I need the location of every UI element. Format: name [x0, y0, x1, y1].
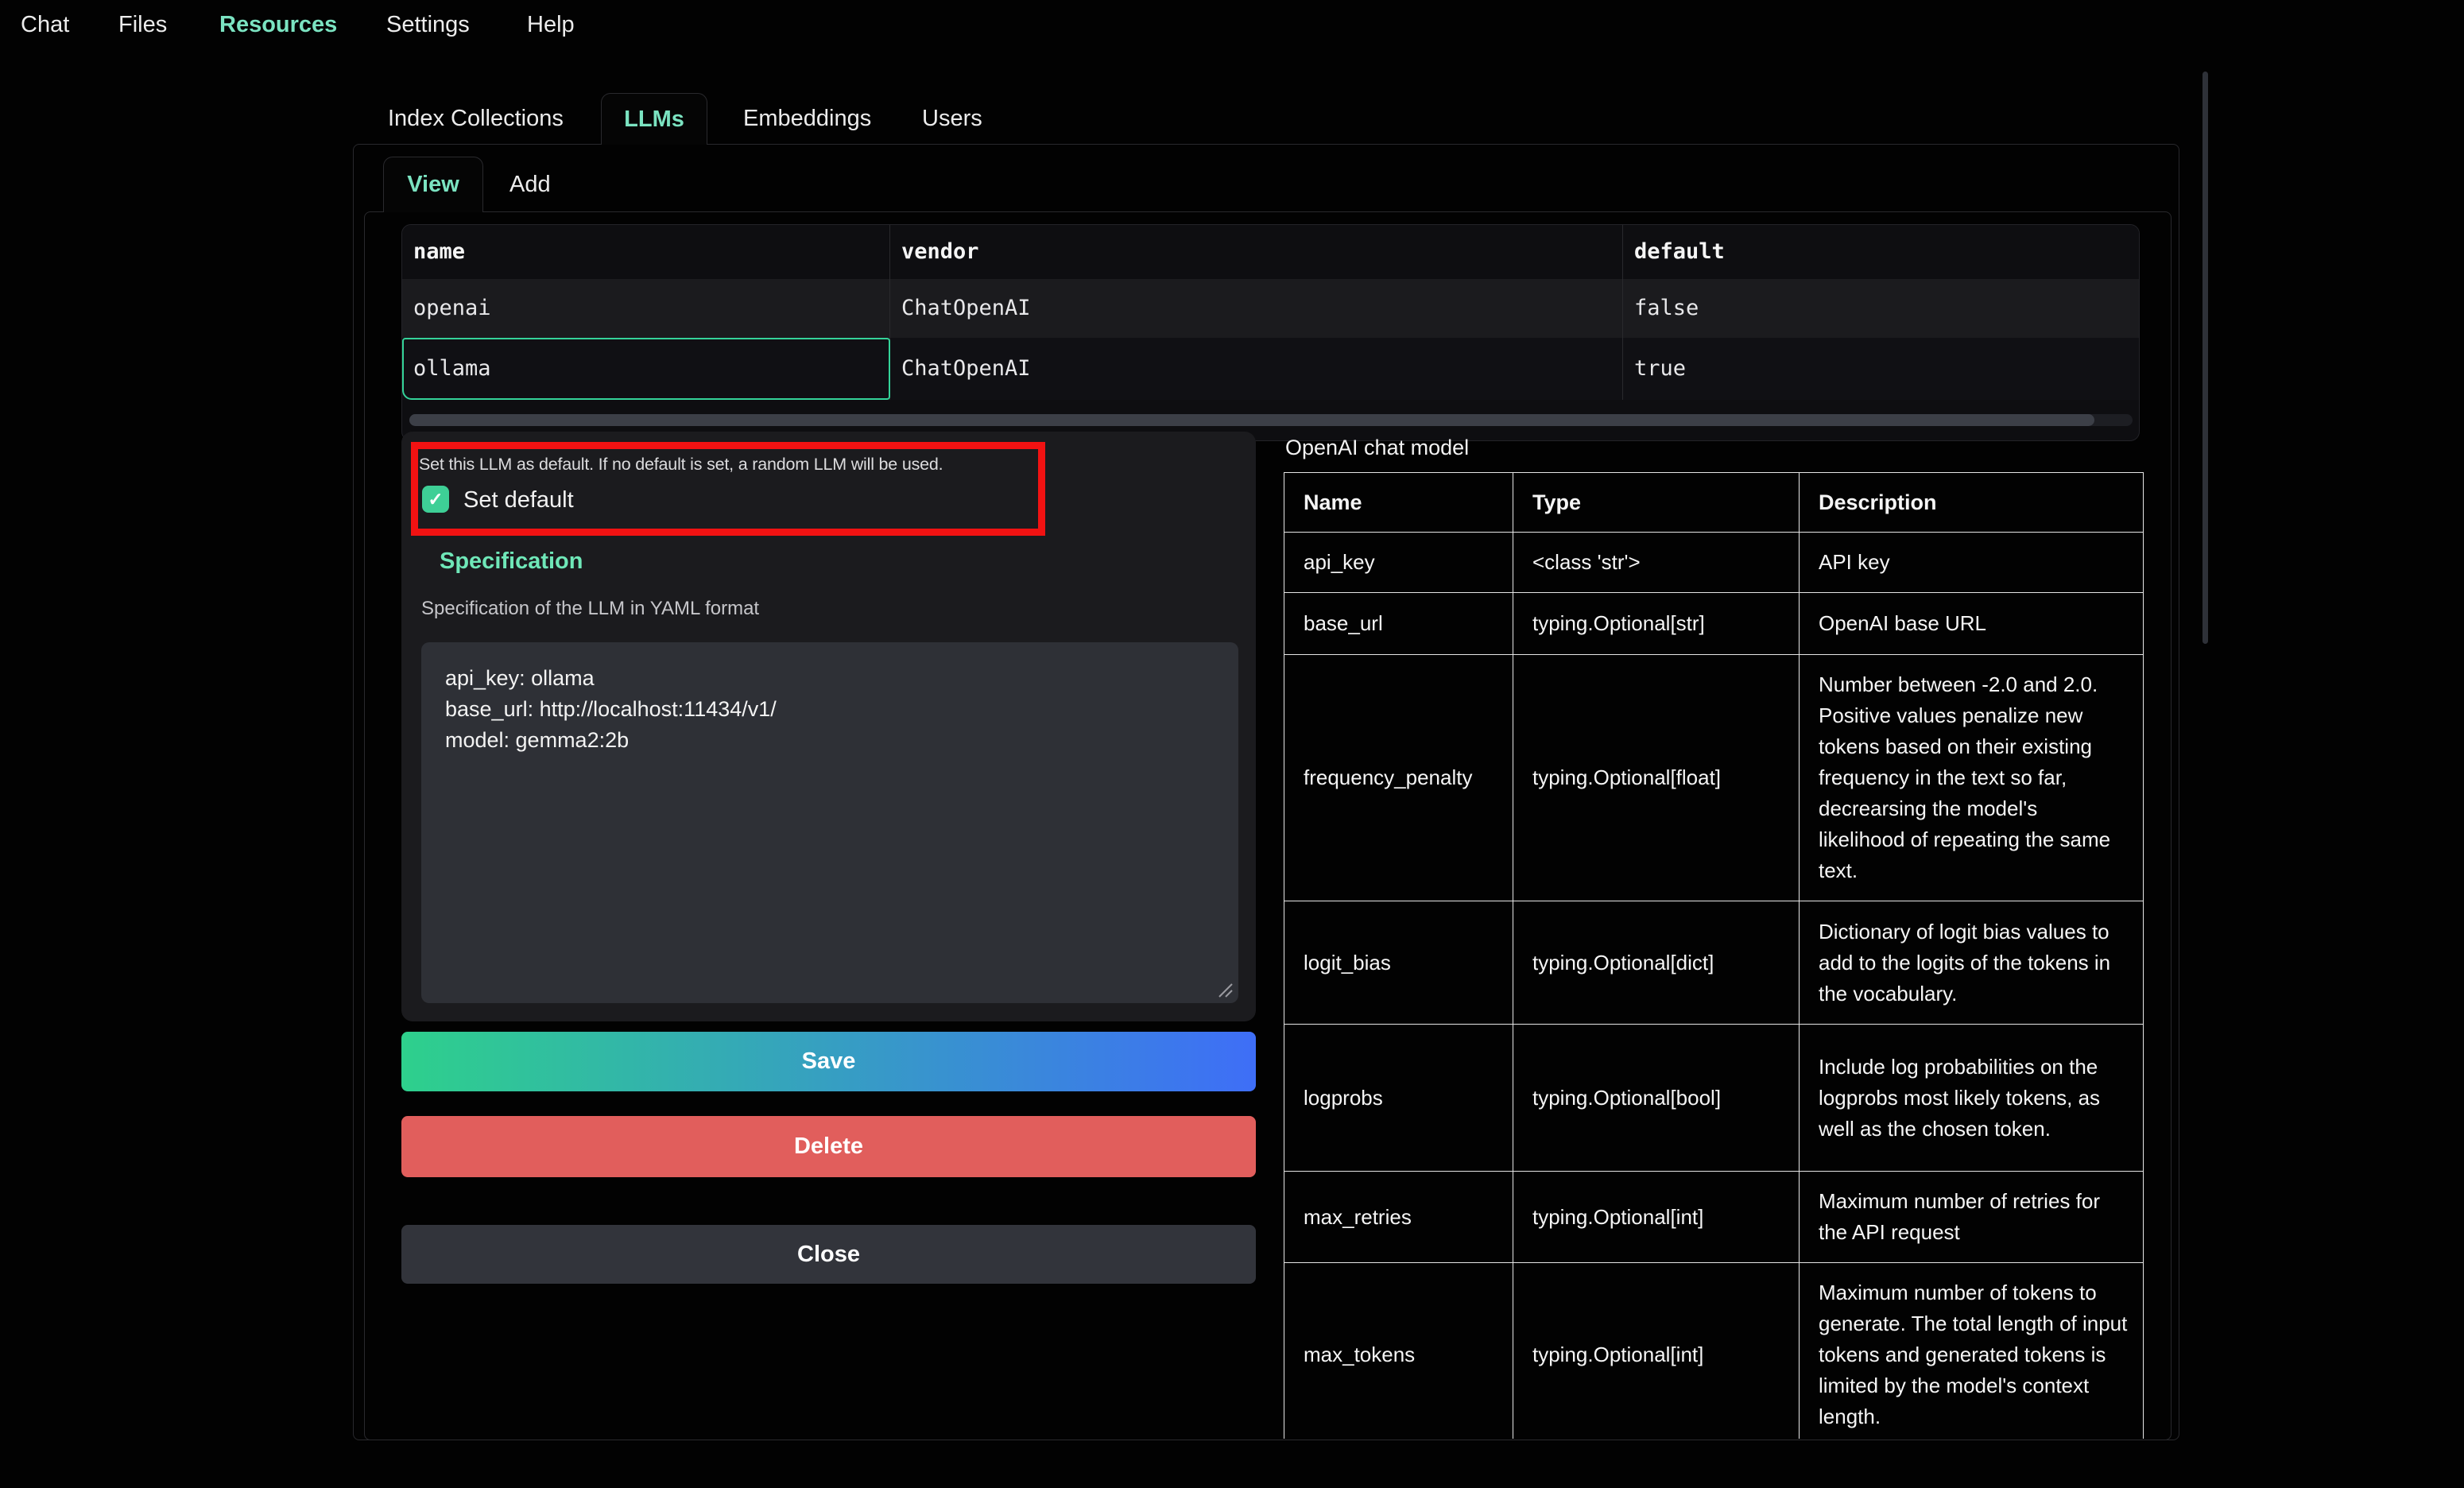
- param-type: typing.Optional[dict]: [1513, 901, 1800, 1025]
- column-divider: [1622, 225, 1623, 400]
- nav-item-files[interactable]: Files: [118, 0, 167, 48]
- model-table-row: max_tokens typing.Optional[int] Maximum …: [1284, 1263, 2144, 1440]
- param-type: <class 'str'>: [1513, 533, 1800, 593]
- cell-default: false: [1623, 279, 1699, 338]
- delete-button[interactable]: Delete: [401, 1116, 1256, 1177]
- model-table-header-row: Name Type Description: [1284, 473, 2144, 533]
- param-type: typing.Optional[str]: [1513, 593, 1800, 655]
- cell-vendor: ChatOpenAI: [890, 338, 1031, 400]
- param-type: typing.Optional[int]: [1513, 1263, 1800, 1440]
- model-table-row: logprobs typing.Optional[bool] Include l…: [1284, 1025, 2144, 1172]
- model-info-table: Name Type Description api_key <class 'st…: [1284, 472, 2144, 1439]
- page-vertical-scrollbar-thumb[interactable]: [2202, 72, 2208, 644]
- param-name: api_key: [1284, 533, 1513, 593]
- cell-name: openai: [402, 279, 491, 338]
- nav-item-chat[interactable]: Chat: [21, 0, 69, 48]
- set-default-checkbox[interactable]: ✓: [422, 486, 449, 513]
- param-name: base_url: [1284, 593, 1513, 655]
- llms-table: name vendor default openai ChatOpenAI fa…: [401, 224, 2140, 441]
- table-row-openai[interactable]: openai ChatOpenAI false: [402, 279, 2139, 338]
- model-table-row: base_url typing.Optional[str] OpenAI bas…: [1284, 593, 2144, 655]
- model-table-row: max_retries typing.Optional[int] Maximum…: [1284, 1172, 2144, 1263]
- param-description: Include log probabilities on the logprob…: [1800, 1025, 2144, 1172]
- model-table-row: logit_bias typing.Optional[dict] Diction…: [1284, 901, 2144, 1025]
- param-name: max_tokens: [1284, 1263, 1513, 1440]
- subtab-add[interactable]: Add: [509, 159, 551, 210]
- spec-heading: Specification: [440, 548, 583, 575]
- column-header-name: name: [402, 225, 465, 279]
- table-horizontal-scrollbar-thumb[interactable]: [409, 414, 2094, 426]
- yaml-spec-textarea[interactable]: api_key: ollama base_url: http://localho…: [421, 642, 1238, 1003]
- param-type: typing.Optional[float]: [1513, 655, 1800, 901]
- param-description: Maximum number of tokens to generate. Th…: [1800, 1263, 2144, 1440]
- column-divider: [889, 225, 890, 400]
- app-window: Chat Files Resources Settings Help Index…: [0, 0, 2464, 1488]
- resize-handle-icon[interactable]: [1215, 979, 1234, 998]
- param-name: frequency_penalty: [1284, 655, 1513, 901]
- nav-item-settings[interactable]: Settings: [386, 0, 470, 48]
- save-button[interactable]: Save: [401, 1032, 1256, 1091]
- model-info-table-container: Name Type Description api_key <class 'st…: [1284, 472, 2144, 1439]
- table-row-ollama[interactable]: ollama ChatOpenAI true: [402, 338, 2139, 400]
- param-description: Number between -2.0 and 2.0. Positive va…: [1800, 655, 2144, 901]
- cell-name: ollama: [402, 338, 491, 400]
- cell-default: true: [1623, 338, 1686, 400]
- table-horizontal-scrollbar[interactable]: [409, 414, 2133, 426]
- param-description: OpenAI base URL: [1800, 593, 2144, 655]
- set-default-label: Set default: [463, 486, 574, 513]
- cell-vendor: ChatOpenAI: [890, 279, 1031, 338]
- model-table-row: api_key <class 'str'> API key: [1284, 533, 2144, 593]
- subtab-view[interactable]: View: [383, 157, 483, 212]
- tab-llms[interactable]: LLMs: [601, 93, 707, 145]
- tab-users[interactable]: Users: [922, 93, 982, 144]
- column-header-name: Name: [1284, 473, 1513, 533]
- param-type: typing.Optional[bool]: [1513, 1025, 1800, 1172]
- param-name: logit_bias: [1284, 901, 1513, 1025]
- nav-item-resources[interactable]: Resources: [219, 0, 337, 48]
- checkmark-icon: ✓: [428, 489, 443, 510]
- column-header-description: Description: [1800, 473, 2144, 533]
- tab-index-collections[interactable]: Index Collections: [388, 93, 564, 144]
- param-name: logprobs: [1284, 1025, 1513, 1172]
- column-header-type: Type: [1513, 473, 1800, 533]
- close-button[interactable]: Close: [401, 1225, 1256, 1284]
- model-info-title: OpenAI chat model: [1285, 436, 1469, 460]
- spec-subtitle: Specification of the LLM in YAML format: [421, 598, 759, 620]
- param-description: Maximum number of retries for the API re…: [1800, 1172, 2144, 1263]
- column-header-default: default: [1623, 225, 1725, 279]
- column-header-vendor: vendor: [890, 225, 979, 279]
- param-description: API key: [1800, 533, 2144, 593]
- tab-embeddings[interactable]: Embeddings: [743, 93, 871, 144]
- model-table-row: frequency_penalty typing.Optional[float]…: [1284, 655, 2144, 901]
- param-description: Dictionary of logit bias values to add t…: [1800, 901, 2144, 1025]
- nav-item-help[interactable]: Help: [527, 0, 575, 48]
- llms-table-header-row: name vendor default: [402, 225, 2139, 279]
- default-hint-text: Set this LLM as default. If no default i…: [419, 455, 943, 475]
- param-type: typing.Optional[int]: [1513, 1172, 1800, 1263]
- param-name: max_retries: [1284, 1172, 1513, 1263]
